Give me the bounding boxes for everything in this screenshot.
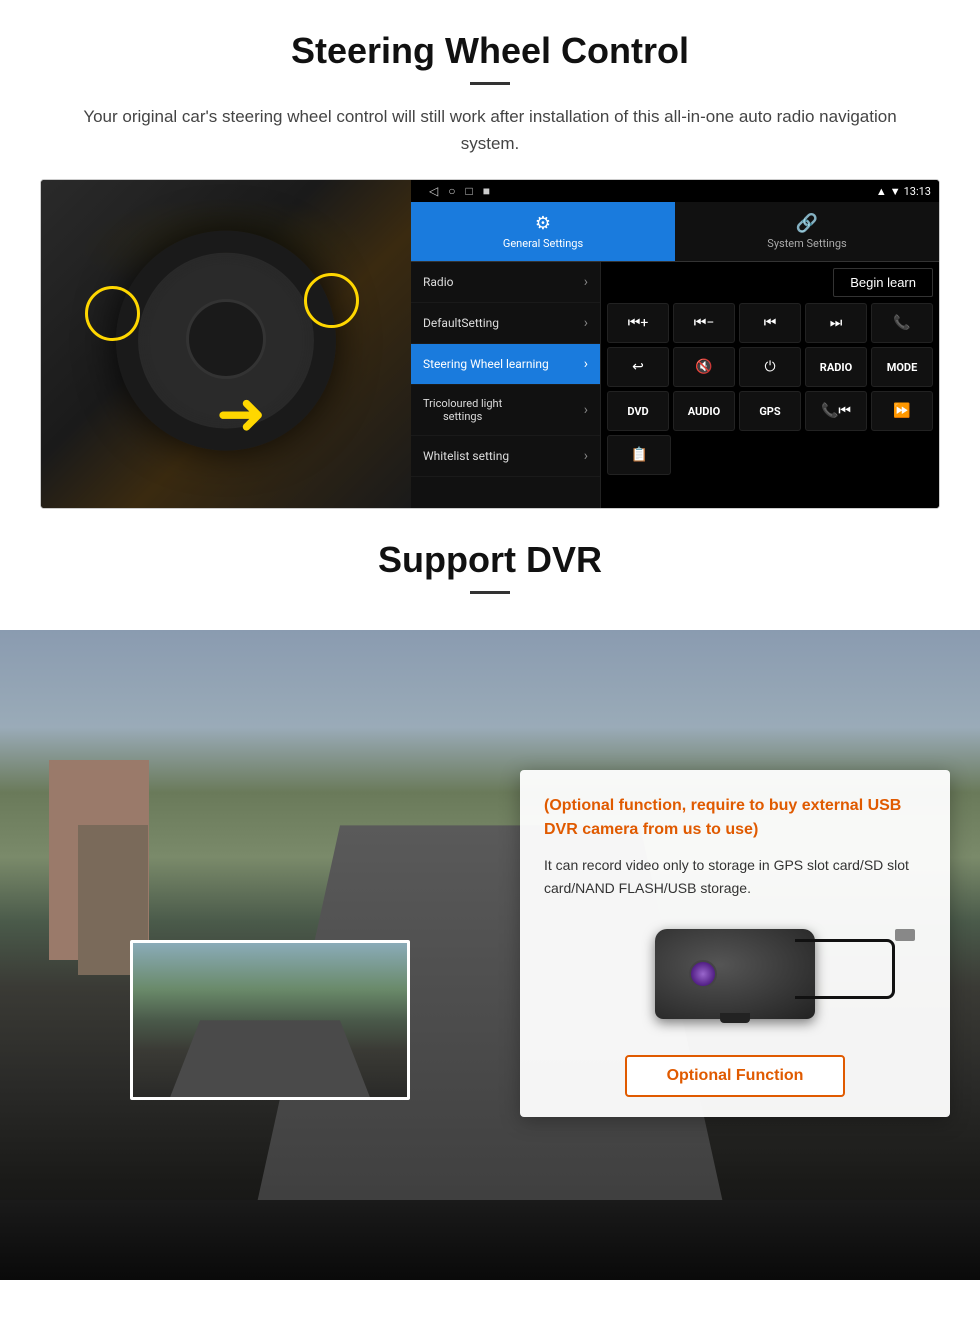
steering-wheel-hub [186,299,266,379]
thumbnail-road [170,1020,370,1097]
dvr-device-body [655,929,815,1019]
control-grid-row1: ⏮+ ⏮− ⏮ ⏭ 📞 [607,303,933,343]
mode-btn[interactable]: MODE [871,347,933,387]
control-grid-row4: 📋 [607,435,933,475]
yellow-circle-right [304,273,359,328]
menu-whitelist-label: Whitelist setting [423,449,509,463]
status-bar: ◁ ○ □ ■ ▲ ▼ 13:13 [411,180,939,202]
usb-plug-icon [895,929,915,941]
dvr-thumbnail-image [130,940,410,1100]
dvr-background-photo: (Optional function, require to buy exter… [0,630,980,1280]
dvr-optional-text: (Optional function, require to buy exter… [544,794,926,842]
menu-default-label: DefaultSetting [423,316,499,330]
status-icons: ▲ ▼ 13:13 [876,185,931,198]
prev-btn[interactable]: ⏮ [739,303,801,343]
signal-icon: ▲ [876,185,887,198]
menu-item-whitelist[interactable]: Whitelist setting › [411,436,600,477]
control-panel: Begin learn ⏮+ ⏮− ⏮ ⏭ 📞 ↩ 🔇 ⏻ [601,262,939,508]
chevron-icon: › [584,274,588,290]
steering-wheel-photo: ➜ [41,180,411,509]
skip-next-btn[interactable]: ⏩ [871,391,933,431]
menu-radio-label: Radio [423,275,453,289]
control-grid-row3: DVD AUDIO GPS 📞⏮ ⏩ [607,391,933,431]
optional-function-button[interactable]: Optional Function [625,1055,846,1097]
menu-steering-label: Steering Wheel learning [423,357,549,371]
dvr-device-illustration [544,919,926,1039]
dvr-title: Support DVR [0,539,980,581]
power-btn[interactable]: ⏻ [739,347,801,387]
menu-item-radio[interactable]: Radio › [411,262,600,303]
chevron-icon: › [584,448,588,464]
tab-system-label: System Settings [767,237,846,250]
menu-item-tricoloured[interactable]: Tricoloured lightsettings › [411,385,600,436]
begin-learn-button[interactable]: Begin learn [833,268,933,297]
tab-general-settings[interactable]: ⚙ General Settings [411,202,675,261]
system-settings-icon: 🔗 [796,213,818,234]
mute-btn[interactable]: 🔇 [673,347,735,387]
menu-content-area: Radio › DefaultSetting › Steering Wheel … [411,262,939,508]
title-divider [470,82,510,85]
dashboard-bottom [0,1200,980,1280]
menu-item-steering-wheel-learning[interactable]: Steering Wheel learning › [411,344,600,385]
vol-plus-btn[interactable]: ⏮+ [607,303,669,343]
menu-item-defaultsetting[interactable]: DefaultSetting › [411,303,600,344]
chevron-icon: › [584,402,588,418]
vol-minus-btn[interactable]: ⏮− [673,303,735,343]
android-ui: ◁ ○ □ ■ ▲ ▼ 13:13 ⚙ General Settings [411,180,939,508]
chevron-icon: › [584,315,588,331]
dvr-title-area: Support DVR [0,509,980,630]
gps-btn[interactable]: GPS [739,391,801,431]
dvr-info-box: (Optional function, require to buy exter… [520,770,950,1117]
menu-tricoloured-label: Tricoloured lightsettings [423,397,502,423]
dvr-section: Support DVR (Optional function, require … [0,509,980,1280]
dvr-cable [795,939,895,999]
hangup-btn[interactable]: ↩ [607,347,669,387]
steering-subtitle: Your original car's steering wheel contr… [80,103,900,157]
recents-icon[interactable]: □ [465,184,472,198]
yellow-arrow-icon: ➜ [216,384,266,444]
dvr-title-divider [470,591,510,594]
time-display: 13:13 [904,185,931,198]
home-icon[interactable]: ○ [448,184,455,198]
settings-menu-list: Radio › DefaultSetting › Steering Wheel … [411,262,601,508]
tab-system-settings[interactable]: 🔗 System Settings [675,202,939,261]
tab-general-label: General Settings [503,237,583,250]
playlist-btn[interactable]: 📋 [607,435,671,475]
nav-buttons: ◁ ○ □ ■ [429,184,490,198]
general-settings-icon: ⚙ [535,213,551,234]
dvr-description: It can record video only to storage in G… [544,854,926,899]
call-btn[interactable]: 📞 [871,303,933,343]
back-icon[interactable]: ◁ [429,184,438,198]
begin-learn-row: Begin learn [607,268,933,297]
control-grid-row2: ↩ 🔇 ⏻ RADIO MODE [607,347,933,387]
call-prev-btn[interactable]: 📞⏮ [805,391,867,431]
steering-section: Steering Wheel Control Your original car… [0,0,980,509]
dvd-btn[interactable]: DVD [607,391,669,431]
menu-icon[interactable]: ■ [483,184,490,198]
chevron-icon: › [584,356,588,372]
radio-btn[interactable]: RADIO [805,347,867,387]
wifi-icon: ▼ [890,185,901,198]
yellow-circle-left [85,286,140,341]
dvr-lens [689,960,717,988]
steering-title: Steering Wheel Control [40,30,940,72]
steering-ui-screenshot: ➜ ◁ ○ □ ■ ▲ ▼ 13:13 ⚙ [40,179,940,509]
next-btn[interactable]: ⏭ [805,303,867,343]
tab-bar: ⚙ General Settings 🔗 System Settings [411,202,939,262]
audio-btn[interactable]: AUDIO [673,391,735,431]
